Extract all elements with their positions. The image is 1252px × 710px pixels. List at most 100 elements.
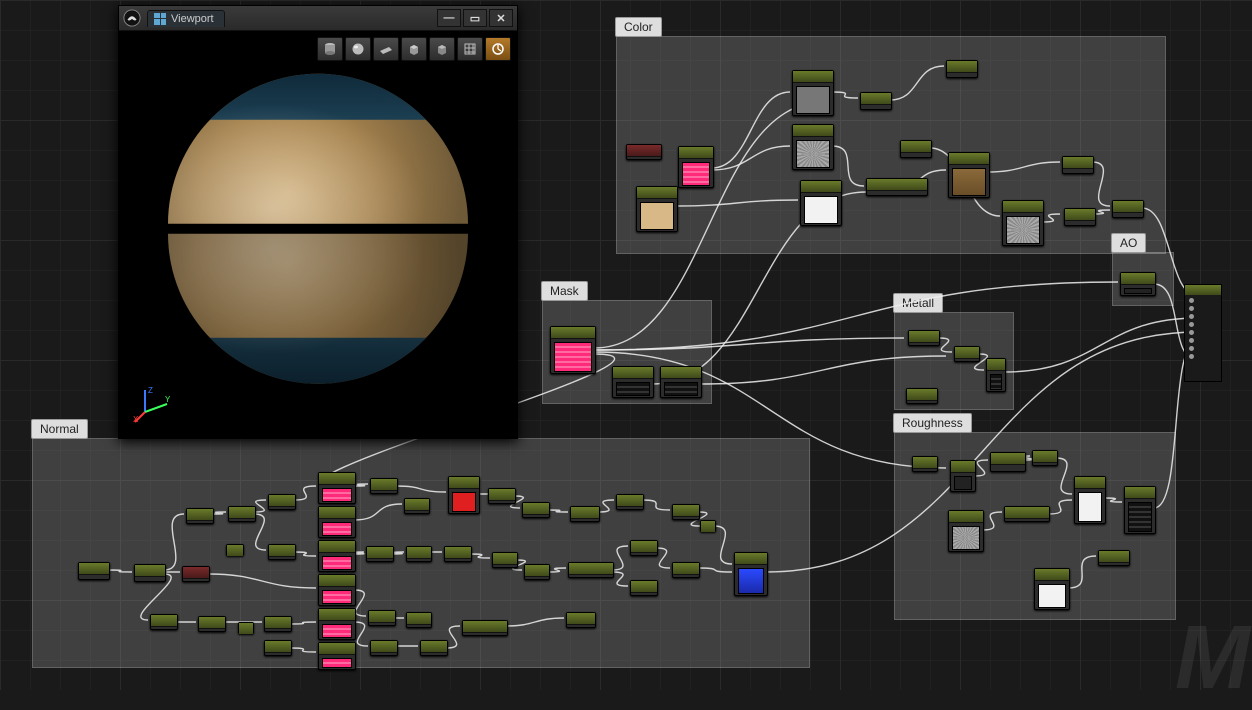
graph-node[interactable] [492, 552, 518, 568]
graph-node[interactable] [488, 488, 516, 504]
primitive-cube-button[interactable] [401, 37, 427, 61]
graph-node[interactable] [186, 508, 214, 524]
graph-node[interactable] [954, 346, 980, 362]
graph-node[interactable] [268, 494, 296, 510]
graph-node[interactable] [660, 366, 702, 398]
comment-label: Roughness [893, 413, 972, 433]
graph-node[interactable] [448, 476, 480, 514]
graph-node[interactable] [1062, 156, 1094, 174]
graph-node[interactable] [800, 180, 842, 226]
window-maximize-button[interactable]: ▭ [463, 9, 487, 27]
graph-node[interactable] [318, 472, 356, 504]
graph-node[interactable] [318, 642, 356, 670]
graph-node[interactable] [860, 92, 892, 110]
graph-node[interactable] [636, 186, 678, 232]
viewport-grid-button[interactable] [457, 37, 483, 61]
graph-node[interactable] [866, 178, 928, 196]
viewport-3d-view[interactable]: Z Y X [119, 31, 517, 438]
graph-node[interactable] [550, 326, 596, 374]
graph-node[interactable] [626, 144, 662, 160]
graph-node[interactable] [404, 498, 430, 514]
primitive-sphere-button[interactable] [345, 37, 371, 61]
graph-node[interactable] [198, 616, 226, 632]
graph-node[interactable] [678, 146, 714, 188]
graph-node[interactable] [1124, 486, 1156, 534]
graph-node[interactable] [1032, 450, 1058, 466]
graph-node[interactable] [616, 494, 644, 510]
comment-label: Metall [893, 293, 943, 313]
graph-node[interactable] [570, 506, 600, 522]
primitive-cube2-button[interactable] [429, 37, 455, 61]
graph-node[interactable] [134, 564, 166, 582]
graph-node[interactable] [1074, 476, 1106, 524]
window-close-button[interactable]: ✕ [489, 9, 513, 27]
graph-node[interactable] [264, 616, 292, 632]
graph-node[interactable] [900, 140, 932, 158]
graph-node[interactable] [1064, 208, 1096, 226]
graph-node[interactable] [948, 152, 990, 198]
graph-node[interactable] [318, 608, 356, 640]
graph-node[interactable] [522, 502, 550, 518]
viewport-window[interactable]: Viewport — ▭ ✕ Z Y X [118, 5, 518, 439]
graph-node[interactable] [1002, 200, 1044, 246]
material-output-node[interactable] [1184, 284, 1222, 382]
graph-node[interactable] [264, 640, 292, 656]
graph-node[interactable] [462, 620, 508, 636]
primitive-plane-button[interactable] [373, 37, 399, 61]
graph-node[interactable] [672, 504, 700, 520]
graph-node[interactable] [1098, 550, 1130, 566]
graph-node[interactable] [912, 456, 938, 472]
graph-node[interactable] [792, 124, 834, 170]
graph-node[interactable] [318, 574, 356, 606]
viewport-toolbar [317, 37, 511, 61]
graph-node[interactable] [734, 552, 768, 596]
graph-node[interactable] [366, 546, 394, 562]
minimize-icon: — [444, 12, 455, 24]
graph-node[interactable] [986, 358, 1006, 392]
graph-node[interactable] [406, 612, 432, 628]
graph-node[interactable] [182, 566, 210, 582]
graph-node[interactable] [566, 612, 596, 628]
graph-node[interactable] [368, 610, 396, 626]
viewport-tab[interactable]: Viewport [147, 10, 225, 27]
graph-node[interactable] [950, 460, 976, 492]
graph-node[interactable] [612, 366, 654, 398]
graph-node[interactable] [906, 388, 938, 404]
graph-node[interactable] [370, 640, 398, 656]
graph-node[interactable] [78, 562, 110, 580]
graph-node[interactable] [946, 60, 978, 78]
graph-node[interactable] [1112, 200, 1144, 218]
graph-node[interactable] [792, 70, 834, 116]
window-minimize-button[interactable]: — [437, 9, 461, 27]
graph-node[interactable] [226, 544, 244, 556]
graph-node[interactable] [630, 580, 658, 596]
graph-node[interactable] [238, 622, 254, 634]
graph-node[interactable] [630, 540, 658, 556]
graph-node[interactable] [1034, 568, 1070, 610]
graph-node[interactable] [990, 452, 1026, 472]
graph-node[interactable] [700, 520, 716, 532]
comment-label: Color [615, 17, 662, 37]
primitive-cylinder-button[interactable] [317, 37, 343, 61]
comment-label: Mask [541, 281, 588, 301]
graph-node[interactable] [672, 562, 700, 578]
graph-node[interactable] [524, 564, 550, 580]
maximize-icon: ▭ [470, 12, 480, 25]
graph-node[interactable] [420, 640, 448, 656]
graph-node[interactable] [318, 540, 356, 572]
graph-node[interactable] [406, 546, 432, 562]
comment-label: AO [1111, 233, 1146, 253]
graph-node[interactable] [268, 544, 296, 560]
graph-node[interactable] [908, 330, 940, 346]
graph-node[interactable] [568, 562, 614, 578]
viewport-titlebar[interactable]: Viewport — ▭ ✕ [119, 6, 517, 31]
time-of-day-button[interactable] [485, 37, 511, 61]
graph-node[interactable] [370, 478, 398, 494]
graph-node[interactable] [318, 506, 356, 538]
graph-node[interactable] [1120, 272, 1156, 296]
graph-node[interactable] [1004, 506, 1050, 522]
graph-node[interactable] [948, 510, 984, 552]
graph-node[interactable] [444, 546, 472, 562]
graph-node[interactable] [228, 506, 256, 522]
graph-node[interactable] [150, 614, 178, 630]
